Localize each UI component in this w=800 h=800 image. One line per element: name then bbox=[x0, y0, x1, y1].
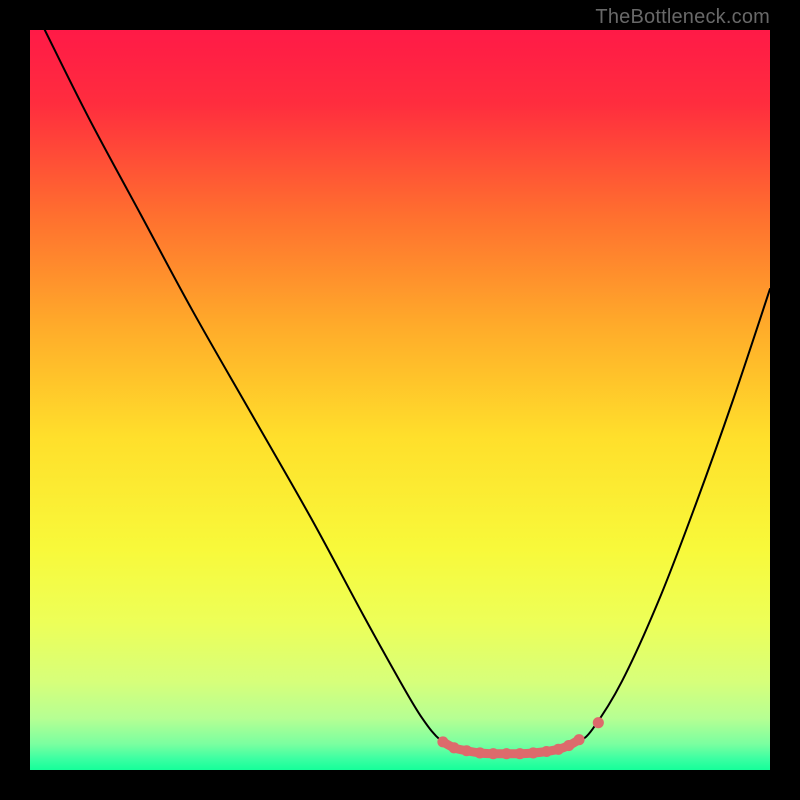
valley-marker bbox=[488, 748, 499, 759]
valley-marker bbox=[528, 747, 539, 758]
valley-marker bbox=[461, 745, 472, 756]
valley-marker bbox=[563, 740, 574, 751]
valley-marker bbox=[448, 742, 459, 753]
valley-marker bbox=[541, 746, 552, 757]
valley-marker bbox=[501, 748, 512, 759]
plot-area bbox=[30, 30, 770, 770]
valley-marker bbox=[514, 748, 525, 759]
curve-layer bbox=[30, 30, 770, 770]
chart-frame: TheBottleneck.com bbox=[0, 0, 800, 800]
valley-marker bbox=[574, 734, 585, 745]
valley-marker bbox=[437, 736, 448, 747]
watermark-text: TheBottleneck.com bbox=[595, 6, 770, 29]
valley-marker bbox=[553, 744, 564, 755]
bottleneck-curve bbox=[45, 30, 770, 754]
extra-marker bbox=[593, 717, 604, 728]
valley-marker bbox=[474, 747, 485, 758]
